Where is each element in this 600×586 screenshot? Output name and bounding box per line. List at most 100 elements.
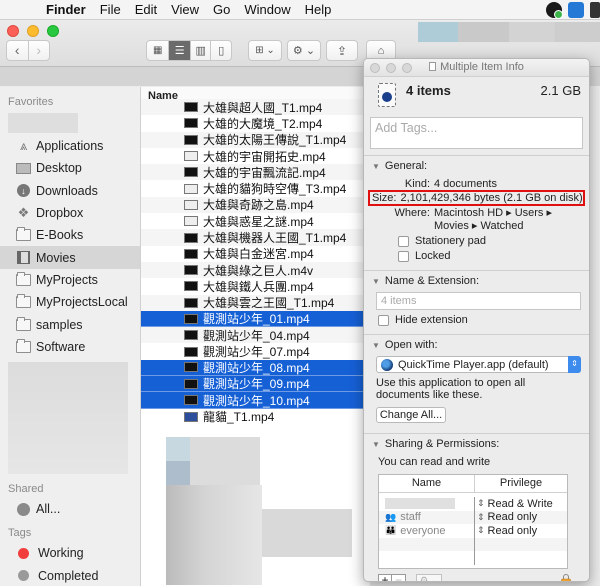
column-header-name[interactable]: Name — [379, 475, 475, 492]
sidebar-item-samples[interactable]: samples — [0, 313, 140, 335]
sidebar-tag-completed[interactable]: Completed — [0, 565, 140, 586]
stationery-pad-option[interactable]: Stationery pad — [398, 235, 581, 247]
menu-bar: Finder File Edit View Go Window Help — [0, 0, 600, 20]
file-row[interactable]: 大雄的太陽王傳說_T1.mp4 — [141, 131, 370, 148]
stationery-pad-checkbox[interactable] — [398, 235, 409, 247]
sidebar-item-dropbox[interactable]: ❖ Dropbox — [0, 202, 140, 224]
add-permission-button[interactable]: + — [378, 573, 392, 581]
menu-window[interactable]: Window — [244, 2, 290, 17]
info-zoom-button[interactable] — [402, 63, 412, 73]
sidebar-item-myprojectslocal[interactable]: MyProjectsLocal — [0, 291, 140, 313]
minimize-button[interactable] — [27, 25, 39, 37]
open-with-disclosure[interactable]: ▼ Open with: — [372, 339, 581, 351]
video-thumbnail-icon — [184, 297, 198, 308]
file-row[interactable]: 大雄與奇跡之島.mp4 — [141, 196, 370, 214]
icon-view-button[interactable]: ▦ — [147, 41, 168, 60]
file-row[interactable]: 觀測站少年_09.mp4 — [141, 376, 370, 393]
remove-permission-button[interactable]: − — [392, 573, 406, 581]
locked-option[interactable]: Locked — [398, 250, 581, 262]
change-all-button[interactable]: Change All... — [376, 407, 446, 423]
sidebar-item-downloads[interactable]: ↓ Downloads — [0, 180, 140, 202]
sharing-disclosure[interactable]: ▼ Sharing & Permissions: — [372, 438, 581, 450]
video-thumbnail-icon — [184, 134, 198, 145]
file-row[interactable]: 大雄的宇宙飄流記.mp4 — [141, 164, 370, 181]
sidebar-item-applications[interactable]: ⩓ Applications — [0, 135, 140, 157]
stepper-icon: ⇕ — [477, 525, 485, 536]
sidebar-item-label: Dropbox — [36, 206, 84, 221]
permission-privilege[interactable]: ⇕ Read only — [475, 524, 567, 538]
back-button[interactable]: ‹ — [7, 41, 28, 60]
sidebar-item-label: E-Books — [36, 228, 84, 243]
permission-row[interactable]: 👪 everyone ⇕ Read only — [379, 524, 567, 538]
teamviewer-icon[interactable] — [568, 2, 584, 18]
list-view-button[interactable]: ☰ — [168, 41, 190, 60]
hide-extension-checkbox[interactable] — [378, 314, 389, 326]
close-button[interactable] — [7, 25, 19, 37]
name-extension-disclosure[interactable]: ▼ Name & Extension: — [372, 275, 581, 287]
file-row[interactable]: 觀測站少年_01.mp4 — [141, 310, 370, 328]
forward-button[interactable]: › — [27, 41, 50, 60]
permissions-action-button[interactable]: ⚙ ⌄ — [416, 573, 442, 581]
file-row[interactable]: 觀測站少年_07.mp4 — [141, 343, 370, 359]
menu-file[interactable]: File — [100, 2, 121, 17]
favorites-header: Favorites — [8, 96, 54, 108]
permission-row[interactable]: 👥 staff ⇕ Read only — [379, 510, 567, 525]
redacted-favorite — [8, 113, 78, 133]
menu-view[interactable]: View — [171, 2, 199, 17]
share-button[interactable]: ⇪ — [326, 40, 358, 61]
name-input[interactable]: 4 items — [376, 292, 581, 310]
menu-edit[interactable]: Edit — [135, 2, 157, 17]
file-row[interactable]: 大雄與機器人王國_T1.mp4 — [141, 229, 370, 246]
file-row[interactable]: 大雄的貓狗時空傳_T3.mp4 — [141, 180, 370, 196]
open-with-app-select[interactable]: QuickTime Player.app (default) ⇕ — [376, 356, 581, 373]
zoom-button[interactable] — [47, 25, 59, 37]
shared-header: Shared — [8, 482, 44, 495]
action-gear-button[interactable]: ⚙ ⌄ — [287, 40, 321, 61]
sidebar-item-software[interactable]: Software — [0, 336, 140, 358]
file-row[interactable]: 觀測站少年_04.mp4 — [141, 327, 370, 344]
permission-user: 👪 everyone — [379, 524, 475, 538]
arrange-button[interactable]: ⊞ ⌄ — [248, 40, 282, 61]
sidebar-item-movies[interactable]: Movies — [0, 246, 140, 269]
menu-go[interactable]: Go — [213, 2, 230, 17]
permission-privilege[interactable]: ⇕ Read & Write — [475, 497, 567, 511]
sidebar-item-e-books[interactable]: E-Books — [0, 224, 140, 246]
file-row[interactable]: 大雄與白金迷宮.mp4 — [141, 246, 370, 262]
file-name: 大雄與奇跡之島.mp4 — [203, 198, 314, 213]
sidebar-item-desktop[interactable]: Desktop — [0, 157, 140, 179]
menu-finder[interactable]: Finder — [46, 2, 86, 17]
redacted-sidebar-items — [8, 361, 128, 474]
info-minimize-button[interactable] — [386, 63, 396, 73]
file-row[interactable]: 觀測站少年_08.mp4 — [141, 359, 370, 377]
redacted-username — [385, 498, 455, 510]
file-row[interactable]: 大雄的宇宙開拓史.mp4 — [141, 148, 370, 164]
file-row[interactable]: 大雄與綠之巨人.m4v — [141, 261, 370, 279]
add-tags-input[interactable]: Add Tags... — [370, 117, 583, 149]
column-view-button[interactable]: ▥ — [189, 41, 211, 60]
sidebar-tag-working[interactable]: Working — [0, 542, 140, 564]
printer-icon[interactable] — [590, 2, 600, 18]
permission-privilege[interactable]: ⇕ Read only — [475, 511, 567, 525]
sync-status-icon[interactable] — [546, 2, 563, 19]
file-row[interactable]: 大雄與鐵人兵團.mp4 — [141, 278, 370, 294]
lock-icon[interactable] — [561, 573, 571, 582]
file-name: 觀測站少年_01.mp4 — [203, 312, 310, 327]
hide-extension-option[interactable]: Hide extension — [378, 314, 581, 326]
video-thumbnail-icon — [184, 265, 198, 276]
coverflow-view-button[interactable]: ▯ — [210, 41, 231, 60]
general-disclosure[interactable]: ▼ General: — [372, 160, 581, 172]
permission-row[interactable]: ⇕ Read & Write — [379, 497, 567, 511]
file-row[interactable]: 大雄與惑星之謎.mp4 — [141, 213, 370, 229]
menu-help[interactable]: Help — [305, 2, 332, 17]
sidebar-item-all-shared[interactable]: All... — [0, 498, 140, 520]
video-thumbnail-icon — [184, 167, 198, 178]
column-header-privilege[interactable]: Privilege — [475, 475, 567, 492]
sidebar: Favorites ⩓ Applications Desktop ↓ Downl… — [0, 87, 141, 586]
locked-checkbox[interactable] — [398, 250, 409, 262]
sidebar-item-myprojects[interactable]: MyProjects — [0, 269, 140, 291]
file-row[interactable]: 大雄與雲之王國_T1.mp4 — [141, 294, 370, 311]
info-close-button[interactable] — [370, 63, 380, 73]
file-row[interactable]: 大雄的大魔境_T2.mp4 — [141, 115, 370, 131]
file-row[interactable]: 觀測站少年_10.mp4 — [141, 392, 370, 409]
file-row[interactable]: 龍貓_T1.mp4 — [141, 409, 370, 425]
